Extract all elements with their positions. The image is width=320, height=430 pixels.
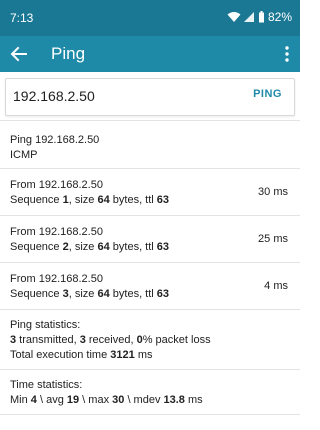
wifi-icon bbox=[227, 12, 241, 22]
status-icons: 82% bbox=[227, 10, 292, 24]
battery-percent: 82% bbox=[267, 10, 292, 24]
reply-from: From 192.168.2.50 bbox=[10, 273, 103, 285]
page-title: Ping bbox=[51, 44, 86, 63]
reply-item: From 192.168.2.50 Sequence 1, size 64 by… bbox=[0, 168, 300, 215]
reply-time: 25 ms bbox=[258, 233, 288, 245]
ping-button[interactable]: PING bbox=[253, 88, 282, 100]
host-input-bar: PING bbox=[5, 78, 295, 116]
reply-details: Sequence 1, size 64 bytes, ttl 63 bbox=[10, 194, 170, 206]
reply-details: Sequence 2, size 64 bytes, ttl 63 bbox=[10, 241, 170, 253]
ping-statistics-item: Ping statistics: 3 transmitted, 3 receiv… bbox=[0, 309, 300, 369]
time-stats-heading: Time statistics: bbox=[10, 379, 83, 391]
time-stats-values: Min 4 \ avg 19 \ max 30 \ mdev 13.8 ms bbox=[10, 394, 203, 406]
ping-stats-exec-time: Total execution time 3121 ms bbox=[10, 349, 153, 361]
ping-header-item: Ping 192.168.2.50 ICMP bbox=[0, 120, 300, 168]
reply-item: From 192.168.2.50 Sequence 2, size 64 by… bbox=[0, 215, 300, 262]
host-input[interactable] bbox=[13, 86, 213, 106]
status-time: 7:13 bbox=[10, 11, 34, 25]
more-options-icon[interactable] bbox=[284, 45, 290, 63]
protocol-text: ICMP bbox=[10, 149, 38, 161]
ping-target-text: Ping 192.168.2.50 bbox=[10, 134, 100, 146]
app-bar: Ping bbox=[0, 36, 300, 72]
battery-icon bbox=[258, 11, 264, 23]
status-bar: 7:13 82% bbox=[0, 0, 300, 36]
reply-from: From 192.168.2.50 bbox=[10, 179, 103, 191]
reply-details: Sequence 3, size 64 bytes, ttl 63 bbox=[10, 288, 170, 300]
reply-time: 4 ms bbox=[264, 280, 288, 292]
signal-icon bbox=[243, 12, 254, 22]
reply-from: From 192.168.2.50 bbox=[10, 226, 103, 238]
reply-item: From 192.168.2.50 Sequence 3, size 64 by… bbox=[0, 262, 300, 309]
list-divider bbox=[0, 414, 300, 415]
back-arrow-icon[interactable] bbox=[8, 43, 30, 65]
ping-stats-heading: Ping statistics: bbox=[10, 319, 81, 331]
ping-stats-counts: 3 transmitted, 3 received, 0% packet los… bbox=[10, 334, 211, 346]
reply-time: 30 ms bbox=[258, 186, 288, 198]
results-list: Ping 192.168.2.50 ICMP From 192.168.2.50… bbox=[0, 120, 300, 415]
time-statistics-item: Time statistics: Min 4 \ avg 19 \ max 30… bbox=[0, 369, 300, 414]
